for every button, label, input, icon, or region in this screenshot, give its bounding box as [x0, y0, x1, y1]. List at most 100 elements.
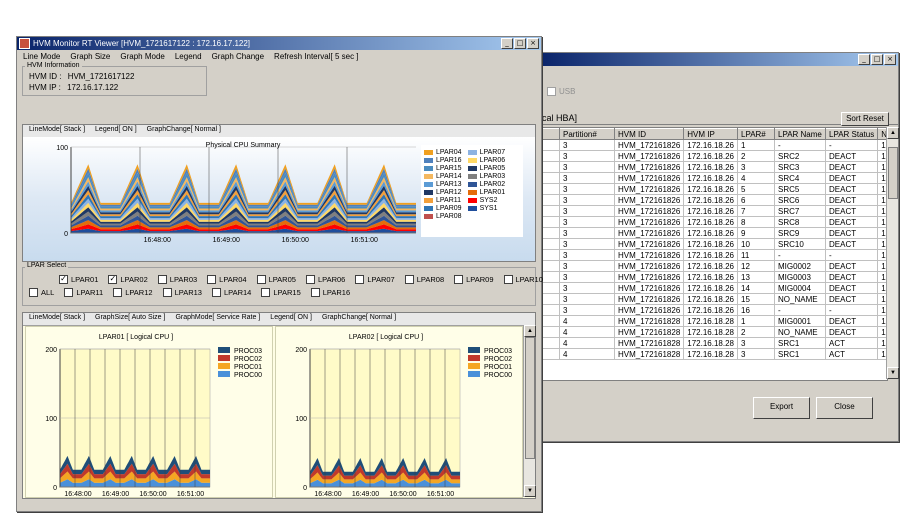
lpar-checkbox[interactable]: LPAR03 — [157, 275, 197, 284]
table-row[interactable]: 3 HVM_172161826 172.16.18.26 1- -1( — [542, 139, 887, 151]
close-icon[interactable]: × — [527, 38, 539, 49]
column-header[interactable]: HVM IP — [683, 128, 738, 140]
scroll-thumb[interactable] — [525, 337, 535, 459]
lpar-checkbox[interactable]: LPAR13 — [162, 288, 202, 297]
sort-reset-button[interactable]: Sort Reset — [841, 112, 889, 126]
table-row[interactable]: 4 HVM_172161828 172.16.18.28 3 SRC1 ACT 1( — [542, 348, 887, 360]
legend-swatch — [424, 173, 433, 179]
lpar-checkbox[interactable]: ALL — [29, 288, 54, 297]
table-row[interactable]: 3 HVM_172161826 172.16.18.26 3 SRC3 DEACT 1( — [542, 161, 887, 173]
checkbox-icon[interactable] — [404, 275, 414, 284]
column-header[interactable]: Partition# — [559, 128, 615, 140]
scroll-down-icon[interactable]: ▼ — [887, 367, 899, 379]
lpar-toolbar-item[interactable]: GraphSize[ Auto Size ] — [95, 314, 165, 324]
checkbox-icon[interactable] — [207, 275, 217, 284]
checkbox-icon[interactable] — [261, 288, 271, 297]
tab-hba[interactable]: cal HBA] Sort Reset — [541, 112, 898, 126]
checkbox-icon[interactable] — [113, 288, 123, 297]
lpar-checkbox[interactable]: LPAR15 — [261, 288, 301, 297]
checkbox-icon[interactable] — [211, 288, 221, 297]
menu-item[interactable]: Graph Mode — [120, 52, 164, 61]
checkbox-icon[interactable] — [64, 288, 74, 297]
checkbox-icon[interactable] — [454, 275, 464, 284]
checkmark-icon[interactable]: ✓ — [108, 275, 118, 284]
lpar-checkbox[interactable]: LPAR04 — [207, 275, 247, 284]
maximize-icon[interactable]: □ — [871, 54, 883, 65]
checkmark-icon[interactable]: ✓ — [59, 275, 68, 284]
table-row[interactable]: 3 HVM_172161826 172.16.18.26 16- -1( — [542, 304, 887, 316]
column-header[interactable]: LPAR Status — [824, 128, 879, 140]
table-row[interactable]: 3 HVM_172161826 172.16.18.26 5 SRC5 DEACT 1( — [542, 183, 887, 195]
scroll-up-icon[interactable]: ▲ — [887, 127, 899, 139]
rt-viewer-window: HVM Monitor RT Viewer [HVM_1721617122 : … — [16, 36, 543, 512]
table-row[interactable]: 3 HVM_172161826 172.16.18.26 2 SRC2 DEACT 1( — [542, 150, 887, 162]
checkbox-icon[interactable] — [503, 275, 513, 284]
lpar-checkbox[interactable]: LPAR10 — [503, 275, 543, 284]
table-row[interactable]: 3 HVM_172161826 172.16.18.26 11- -1( — [542, 249, 887, 261]
table-row[interactable]: 3 HVM_172161826 172.16.18.26 4 SRC4 DEACT 1( — [542, 172, 887, 184]
table-row[interactable]: 3 HVM_172161826 172.16.18.26 12 MIG0002 DEACT… — [542, 260, 887, 272]
minimize-icon[interactable]: _ — [501, 38, 513, 49]
table-row[interactable]: 3 HVM_172161826 172.16.18.26 10 SRC10 DEACT 1( — [542, 238, 887, 250]
lpar-checkbox[interactable]: ✓ LPAR02 — [108, 275, 148, 284]
summary-toolbar-item[interactable]: Legend[ ON ] — [95, 126, 137, 136]
table-cell: HVM_172161828 — [613, 326, 685, 338]
lpar-toolbar-item[interactable]: GraphChange[ Normal ] — [322, 314, 396, 324]
lpar-toolbar-item[interactable]: LineMode[ Stack ] — [29, 314, 85, 324]
checkbox-icon[interactable] — [305, 275, 315, 284]
table-scrollbar[interactable]: ▲ ▼ — [886, 127, 899, 379]
lpar-toolbar-item[interactable]: GraphMode[ Service Rate ] — [175, 314, 260, 324]
checkbox-icon[interactable] — [157, 275, 167, 284]
checkbox-icon[interactable] — [355, 275, 365, 284]
table-row[interactable]: 3 HVM_172161826 172.16.18.26 8 SRC8 DEACT 1( — [542, 216, 887, 228]
lpar-checkbox[interactable]: LPAR08 — [404, 275, 444, 284]
scroll-down-icon[interactable]: ▼ — [524, 485, 536, 497]
lpar-toolbar-item[interactable]: Legend[ ON ] — [270, 314, 312, 324]
menu-item[interactable]: Refresh Interval[ 5 sec ] — [274, 52, 358, 61]
menu-item[interactable]: Graph Size — [70, 52, 110, 61]
lpar-checkbox[interactable]: LPAR16 — [310, 288, 350, 297]
checkbox-icon[interactable] — [256, 275, 266, 284]
table-row[interactable]: 3 HVM_172161826 172.16.18.26 13 MIG0003 DEACT… — [542, 271, 887, 283]
table-row[interactable]: 4 HVM_172161828 172.16.18.28 3 SRC1 ACT 1( — [542, 337, 887, 349]
close-icon[interactable]: × — [884, 54, 896, 65]
table-cell: 3 — [559, 271, 615, 283]
close-button[interactable]: Close — [816, 397, 873, 419]
table-row[interactable]: 4 HVM_172161828 172.16.18.28 1 MIG0001 DEACT 1… — [542, 315, 887, 327]
lpar-checkbox[interactable]: LPAR06 — [305, 275, 345, 284]
column-header[interactable] — [542, 128, 560, 140]
scroll-thumb[interactable] — [888, 147, 898, 199]
lpar-checkbox[interactable]: LPAR05 — [256, 275, 296, 284]
summary-toolbar-item[interactable]: GraphChange[ Normal ] — [147, 126, 221, 136]
checkbox-icon[interactable] — [310, 288, 320, 297]
table-row[interactable]: 4 HVM_172161828 172.16.18.28 2 NO_NAME DEACT 1… — [542, 326, 887, 338]
lpar-checkbox[interactable]: LPAR11 — [64, 288, 103, 297]
column-header[interactable]: LPAR Name — [774, 128, 826, 140]
legend-swatch — [467, 181, 477, 187]
column-header[interactable]: LPAR# — [737, 128, 775, 140]
column-header[interactable]: HVM ID — [613, 128, 685, 140]
table-row[interactable]: 3 HVM_172161826 172.16.18.26 6 SRC6 DEACT 1( — [542, 194, 887, 206]
summary-toolbar-item[interactable]: LineMode[ Stack ] — [29, 126, 85, 136]
scroll-up-icon[interactable]: ▲ — [524, 325, 536, 337]
menu-item[interactable]: Line Mode — [23, 52, 60, 61]
checkbox-icon[interactable] — [29, 288, 38, 297]
export-button[interactable]: Export — [753, 397, 810, 419]
minimize-icon[interactable]: _ — [858, 54, 870, 65]
menu-item[interactable]: Legend — [175, 52, 202, 61]
table-row[interactable]: 3 HVM_172161826 172.16.18.26 9 SRC9 DEACT 1( — [542, 227, 887, 239]
lpar-checkbox[interactable]: LPAR14 — [211, 288, 251, 297]
usb-checkbox[interactable]: USB — [547, 87, 575, 96]
table-row[interactable]: 3 HVM_172161826 172.16.18.26 15 NO_NAME DEACT… — [542, 293, 887, 305]
lpar-checkbox[interactable]: LPAR09 — [454, 275, 494, 284]
maximize-icon[interactable]: □ — [514, 38, 526, 49]
lpar-scrollbar[interactable]: ▲ ▼ — [523, 325, 536, 497]
lpar-checkbox[interactable]: ✓ LPAR01 — [59, 275, 98, 284]
table-row[interactable]: 3 HVM_172161826 172.16.18.26 14 MIG0004 DEACT… — [542, 282, 887, 294]
hvm-id-label: HVM ID : — [29, 72, 62, 81]
checkbox-icon[interactable] — [162, 288, 172, 297]
lpar-checkbox[interactable]: LPAR12 — [113, 288, 153, 297]
lpar-checkbox[interactable]: LPAR07 — [355, 275, 395, 284]
menu-item[interactable]: Graph Change — [212, 52, 264, 61]
table-row[interactable]: 3 HVM_172161826 172.16.18.26 7 SRC7 DEACT 1( — [542, 205, 887, 217]
